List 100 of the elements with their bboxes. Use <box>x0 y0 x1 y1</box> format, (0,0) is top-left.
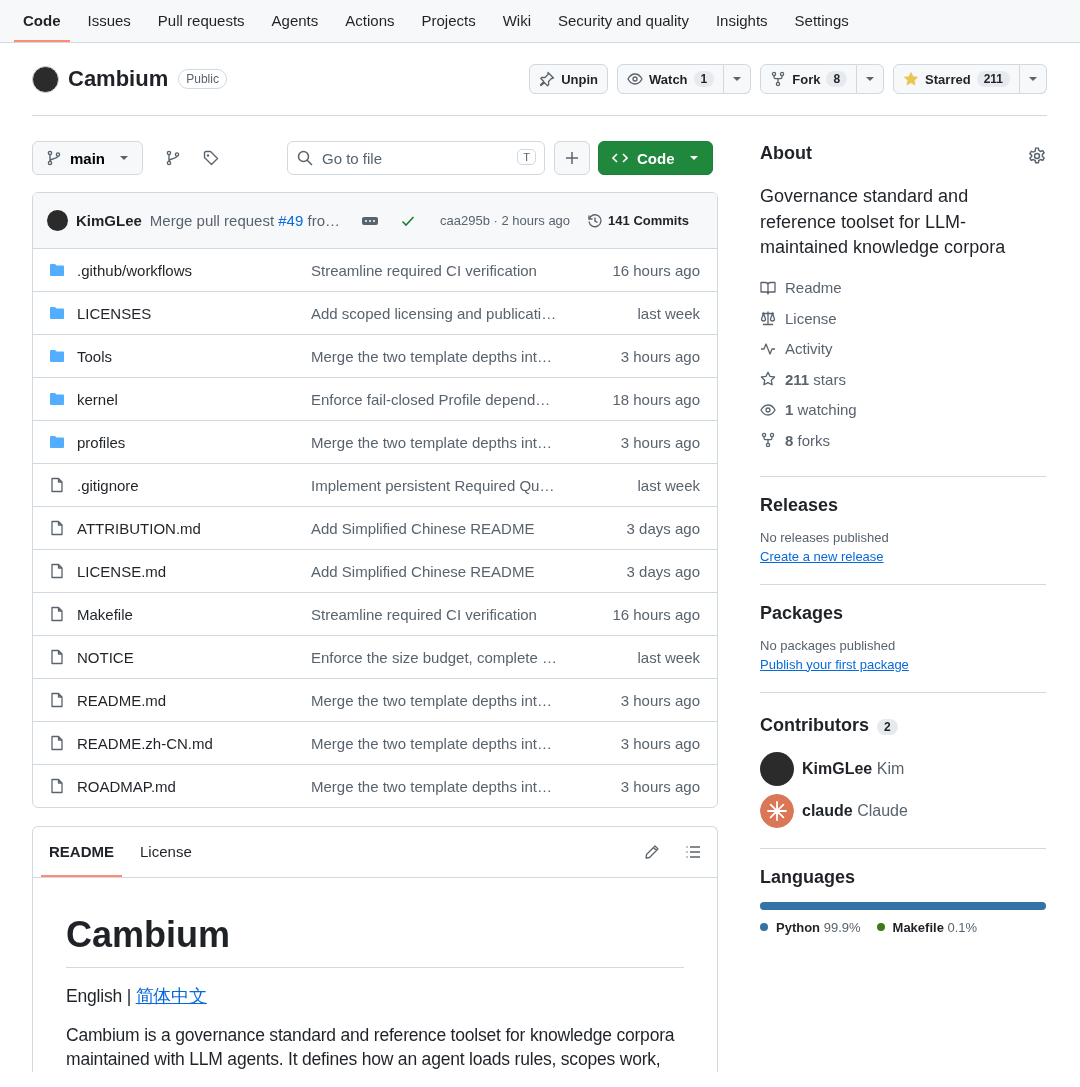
commit-hash-time[interactable]: caa295b · 2 hours ago <box>440 213 571 228</box>
author-avatar <box>47 210 68 231</box>
commit-time: 3 hours ago <box>620 691 700 709</box>
about-link[interactable]: Activity <box>760 333 1046 365</box>
commits-link[interactable]: 141 Commits <box>587 212 689 229</box>
readme-tab[interactable]: License <box>132 827 200 877</box>
file-icon <box>49 649 65 665</box>
file-name[interactable]: README.zh-CN.md <box>77 734 311 752</box>
contributor-link[interactable]: claude Claude <box>802 801 908 820</box>
packages-heading: Packages <box>760 602 845 624</box>
file-name[interactable]: LICENSES <box>77 304 311 322</box>
commit-time: 3 hours ago <box>620 347 700 365</box>
file-name[interactable]: kernel <box>77 390 311 408</box>
commit-message-link[interactable]: Add Simplified Chinese README <box>311 519 627 537</box>
commit-time: 16 hours ago <box>612 605 700 623</box>
language-link[interactable]: Makefile 0.1% <box>892 919 978 935</box>
readme-title: Cambium <box>66 912 684 968</box>
folder-icon <box>49 305 65 321</box>
repo-action-button[interactable]: Unpin <box>529 64 609 94</box>
file-name[interactable]: profiles <box>77 433 311 451</box>
publish-package-link[interactable]: Publish your first package <box>760 656 909 672</box>
file-name[interactable]: ATTRIBUTION.md <box>77 519 311 537</box>
about-link[interactable]: 8 forks <box>760 425 1046 456</box>
fork-icon <box>760 432 776 449</box>
nav-tab[interactable]: Code <box>14 0 70 42</box>
commit-time: 3 hours ago <box>620 777 700 795</box>
pin-icon <box>539 71 556 87</box>
nav-tab[interactable]: Pull requests <box>148 0 254 42</box>
file-name[interactable]: .github/workflows <box>77 261 311 279</box>
commit-time: 3 days ago <box>626 562 700 580</box>
nav-tab[interactable]: Issues <box>78 0 140 42</box>
commit-message-link[interactable]: Merge the two template depths int… <box>311 433 621 451</box>
nav-tab[interactable]: Projects <box>412 0 485 42</box>
commit-message: Merge pull request #49 fro… <box>149 212 340 229</box>
caret-icon <box>1028 76 1038 82</box>
add-file-button[interactable] <box>554 141 590 175</box>
file-name[interactable]: LICENSE.md <box>77 562 311 580</box>
contributor-link[interactable]: KimGLee Kim <box>802 759 905 778</box>
create-release-link[interactable]: Create a new release <box>760 548 884 564</box>
file-name[interactable]: README.md <box>77 691 311 709</box>
nav-tab[interactable]: Insights <box>706 0 777 42</box>
releases-note: No releases published <box>760 529 890 545</box>
folder-icon <box>49 262 65 278</box>
nav-tab[interactable]: Settings <box>785 0 858 42</box>
commit-message-link[interactable]: Merge the two template depths int… <box>311 691 621 709</box>
file-name[interactable]: .gitignore <box>77 476 311 494</box>
commit-message-link[interactable]: Merge the two template depths int… <box>311 347 621 365</box>
folder-icon <box>49 434 65 450</box>
about-link[interactable]: 211 stars <box>760 364 1046 395</box>
commit-message-link[interactable]: Enforce the size budget, complete … <box>311 648 638 666</box>
repo-action-button[interactable]: Fork 8 <box>760 64 858 94</box>
commit-time: last week <box>637 648 700 666</box>
commit-author[interactable]: KimGLee <box>76 212 142 229</box>
contributor-avatar[interactable] <box>760 751 794 786</box>
about-link[interactable]: 1 watching <box>760 394 1046 426</box>
star-icon <box>903 71 920 87</box>
count-badge: 2 <box>877 719 898 736</box>
commit-message-link[interactable]: Add scoped licensing and publicati… <box>311 304 638 322</box>
commit-time: 18 hours ago <box>612 390 700 408</box>
commit-message-link[interactable]: Streamline required CI verification <box>311 605 613 623</box>
nav-tab[interactable]: Actions <box>336 0 404 42</box>
commit-message-link[interactable]: Implement persistent Required Qu… <box>311 476 638 494</box>
branch-button[interactable]: main <box>32 141 143 175</box>
caret-icon <box>865 76 876 82</box>
history-icon <box>587 212 604 229</box>
contributors-heading: Contributors <box>760 714 869 736</box>
expand-button[interactable] <box>362 216 378 225</box>
repo-action-button[interactable]: Starred 211 <box>893 64 1020 94</box>
about-link[interactable]: Readme <box>760 272 1046 304</box>
branch-icon <box>46 150 62 166</box>
language-link[interactable]: Python 99.9% <box>776 919 861 935</box>
pull-request-link[interactable]: #49 <box>278 212 304 229</box>
nav-tab[interactable]: Wiki <box>493 0 540 42</box>
repo-description: Governance standard and reference toolset for LLM-maintained knowledge corpora <box>760 185 1007 260</box>
file-name[interactable]: Makefile <box>77 605 311 623</box>
file-name[interactable]: NOTICE <box>77 648 311 666</box>
settings-icon[interactable] <box>1028 146 1046 165</box>
owner-avatar <box>32 65 59 93</box>
commit-message-link[interactable]: Add Simplified Chinese README <box>311 562 627 580</box>
ellipsis-icon <box>362 216 378 225</box>
caret-icon <box>689 155 699 161</box>
outline-list-icon[interactable] <box>685 844 701 860</box>
nav-tab[interactable]: Security and quality <box>549 0 698 42</box>
commit-message-link[interactable]: Streamline required CI verification <box>311 261 613 279</box>
readme-tab[interactable]: README <box>41 827 122 877</box>
tag-icon[interactable] <box>203 150 219 166</box>
caret-icon <box>119 155 129 161</box>
chinese-readme-link[interactable]: 简体中文 <box>135 986 207 1006</box>
about-link[interactable]: License <box>760 303 1046 334</box>
branch-icon[interactable] <box>165 150 181 166</box>
pencil-icon[interactable] <box>644 844 660 860</box>
repo-action-button[interactable]: Watch 1 <box>617 64 725 94</box>
file-name[interactable]: ROADMAP.md <box>77 777 311 795</box>
commit-message-link[interactable]: Enforce fail-closed Profile depend… <box>311 390 613 408</box>
nav-tab[interactable]: Agents <box>262 0 328 42</box>
eye-icon <box>627 71 644 87</box>
commit-message-link[interactable]: Merge the two template depths int… <box>311 734 621 752</box>
commit-message-link[interactable]: Merge the two template depths int… <box>311 777 621 795</box>
code-button[interactable]: Code <box>598 141 713 175</box>
file-name[interactable]: Tools <box>77 347 311 365</box>
